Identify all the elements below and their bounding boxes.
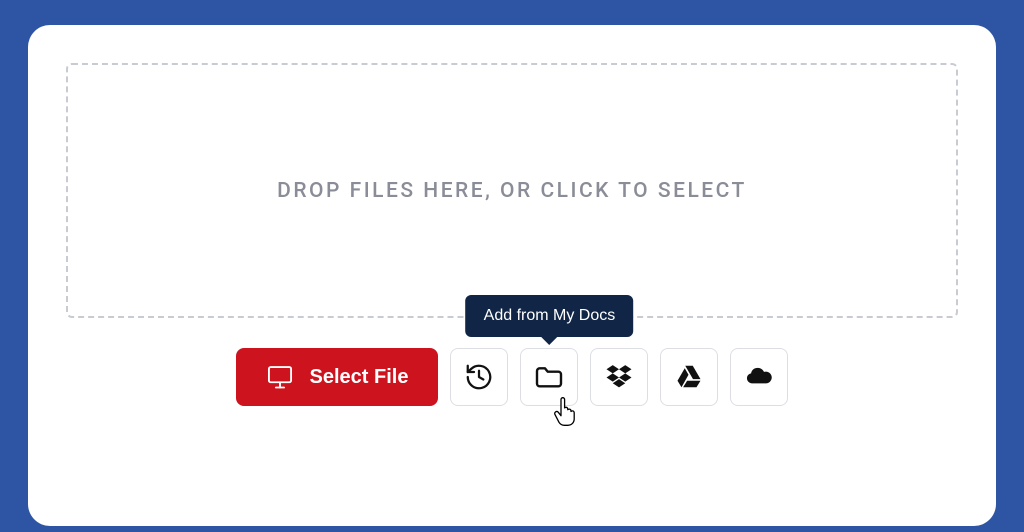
dropbox-icon bbox=[604, 362, 634, 392]
folder-icon bbox=[533, 361, 565, 393]
my-docs-tooltip: Add from My Docs bbox=[466, 295, 634, 337]
history-source-button[interactable] bbox=[450, 348, 508, 406]
monitor-icon bbox=[266, 363, 294, 391]
upload-card: DROP FILES HERE, OR CLICK TO SELECT Sele… bbox=[28, 25, 996, 526]
dropzone-instruction: DROP FILES HERE, OR CLICK TO SELECT bbox=[277, 179, 747, 203]
tooltip-label: Add from My Docs bbox=[484, 307, 616, 324]
onedrive-source-button[interactable] bbox=[730, 348, 788, 406]
my-docs-source-button[interactable]: Add from My Docs bbox=[520, 348, 578, 406]
select-file-label: Select File bbox=[310, 366, 409, 389]
upload-actions-row: Select File Add from My Docs bbox=[66, 348, 958, 406]
dropbox-source-button[interactable] bbox=[590, 348, 648, 406]
onedrive-icon bbox=[742, 360, 776, 394]
select-file-button[interactable]: Select File bbox=[236, 348, 439, 406]
google-drive-source-button[interactable] bbox=[660, 348, 718, 406]
file-dropzone[interactable]: DROP FILES HERE, OR CLICK TO SELECT bbox=[66, 63, 958, 318]
history-icon bbox=[464, 362, 494, 392]
google-drive-icon bbox=[674, 362, 704, 392]
